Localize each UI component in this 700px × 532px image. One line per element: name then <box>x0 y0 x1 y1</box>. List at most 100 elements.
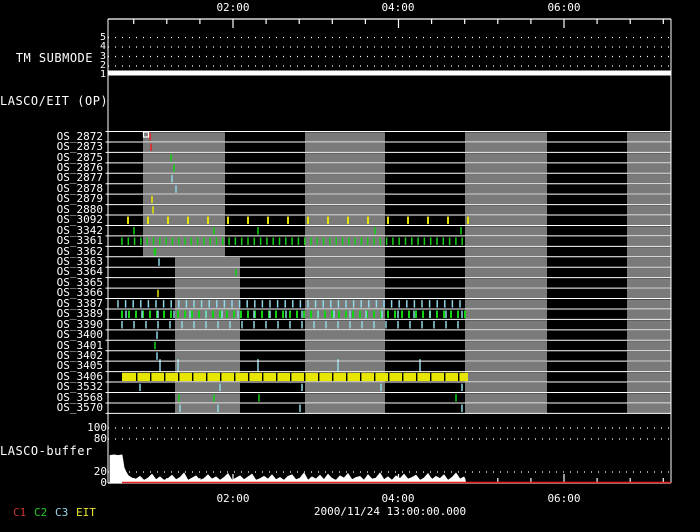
os-event-tick <box>417 237 419 245</box>
os-event-tick <box>397 310 399 319</box>
os-window-band <box>465 288 547 299</box>
os-window-band <box>305 288 385 299</box>
os-event-tick <box>296 310 298 319</box>
os-event-tick <box>409 321 411 329</box>
os-window-band <box>175 341 240 351</box>
os-event-tick <box>292 300 294 308</box>
os-window-band <box>175 278 240 288</box>
os-band-gap <box>402 372 404 382</box>
os-event-tick <box>217 321 219 329</box>
os-event-tick <box>284 300 286 308</box>
os-event-tick <box>301 321 303 329</box>
os-event-tick <box>277 321 279 329</box>
os-event-tick <box>422 310 424 319</box>
os-window-band <box>175 257 240 267</box>
os-event-tick <box>124 300 127 308</box>
os-window-band <box>305 194 385 205</box>
os-event-tick <box>385 237 388 245</box>
os-band-gap <box>150 372 152 382</box>
os-event-tick <box>322 237 325 245</box>
tm-scale-1: 1 <box>99 69 106 80</box>
os-event-tick <box>360 237 363 245</box>
os-window-band <box>465 205 547 215</box>
os-event-tick <box>314 300 317 308</box>
os-window-band <box>627 278 671 288</box>
os-event-tick <box>132 300 134 308</box>
os-window-band <box>627 132 671 142</box>
os-event-tick <box>125 310 127 319</box>
os-window-band <box>175 330 240 340</box>
os-event-tick <box>461 237 463 245</box>
os-event-tick <box>219 310 221 319</box>
os-event-tick <box>467 216 469 225</box>
os-event-tick <box>338 310 340 319</box>
os-event-tick <box>330 300 332 308</box>
os-event-tick <box>317 310 319 319</box>
os-event-tick <box>147 300 150 308</box>
os-window-band <box>627 372 671 382</box>
os-window-band <box>175 351 240 361</box>
os-window-band <box>627 351 671 361</box>
os-event-tick <box>121 310 123 319</box>
os-window-band <box>305 174 385 184</box>
tm-submode-value-bar <box>108 70 671 76</box>
os-event-tick <box>240 237 243 245</box>
os-window-band <box>143 142 225 152</box>
os-event-tick <box>428 300 431 308</box>
os-event-tick <box>461 383 463 392</box>
top-axis-label-0400: 04:00 <box>381 1 415 14</box>
os-event-tick <box>170 153 172 162</box>
os-band-gap <box>262 372 264 382</box>
os-event-tick <box>139 383 141 392</box>
top-axis-label-0200: 02:00 <box>216 1 250 14</box>
os-window-band <box>465 215 547 226</box>
os-event-tick <box>345 300 347 308</box>
os-event-tick <box>167 216 169 225</box>
os-event-tick <box>301 310 303 319</box>
os-window-band <box>175 382 240 393</box>
os-event-tick <box>316 237 319 245</box>
os-window-band <box>305 351 385 361</box>
os-window-band <box>465 372 547 382</box>
os-event-tick <box>387 310 389 319</box>
os-event-tick <box>196 237 199 245</box>
os-band-gap <box>458 372 460 382</box>
os-event-tick <box>133 321 135 329</box>
os-event-tick <box>261 310 263 319</box>
os-window-band <box>465 132 547 142</box>
os-event-tick <box>443 310 445 319</box>
os-band-gap <box>192 372 194 382</box>
os-event-tick <box>153 247 157 256</box>
os-event-tick <box>285 237 287 245</box>
os-event-tick <box>398 237 400 245</box>
os-event-tick <box>354 237 356 245</box>
os-event-tick <box>349 321 351 329</box>
os-band-gap <box>234 372 236 382</box>
start-date-label: 2000/11/24 13:00:00.000 <box>313 505 467 518</box>
os-event-tick <box>149 310 151 319</box>
os-window-band <box>143 215 225 226</box>
os-event-tick <box>392 237 394 245</box>
os-event-tick <box>162 300 165 308</box>
os-event-tick <box>394 310 396 319</box>
os-event-tick <box>272 237 274 245</box>
bottom-axis-label-0400: 04:00 <box>381 492 415 505</box>
os-event-tick <box>171 174 173 183</box>
os-event-tick <box>457 310 459 319</box>
os-window-band <box>143 153 225 163</box>
os-window-band <box>305 361 385 372</box>
os-window-band <box>465 278 547 288</box>
os-event-tick <box>158 258 160 266</box>
os-event-tick <box>178 300 180 308</box>
os-window-band <box>465 393 547 403</box>
os-event-tick <box>269 300 271 308</box>
os-event-tick <box>379 237 382 245</box>
os-event-tick <box>170 300 172 308</box>
os-event-tick <box>387 216 389 225</box>
os-window-band <box>465 247 547 257</box>
os-event-tick <box>276 300 279 308</box>
os-event-tick <box>213 394 215 402</box>
os-event-tick <box>297 237 300 245</box>
os-window-band <box>627 403 671 413</box>
os-window-band <box>627 288 671 299</box>
